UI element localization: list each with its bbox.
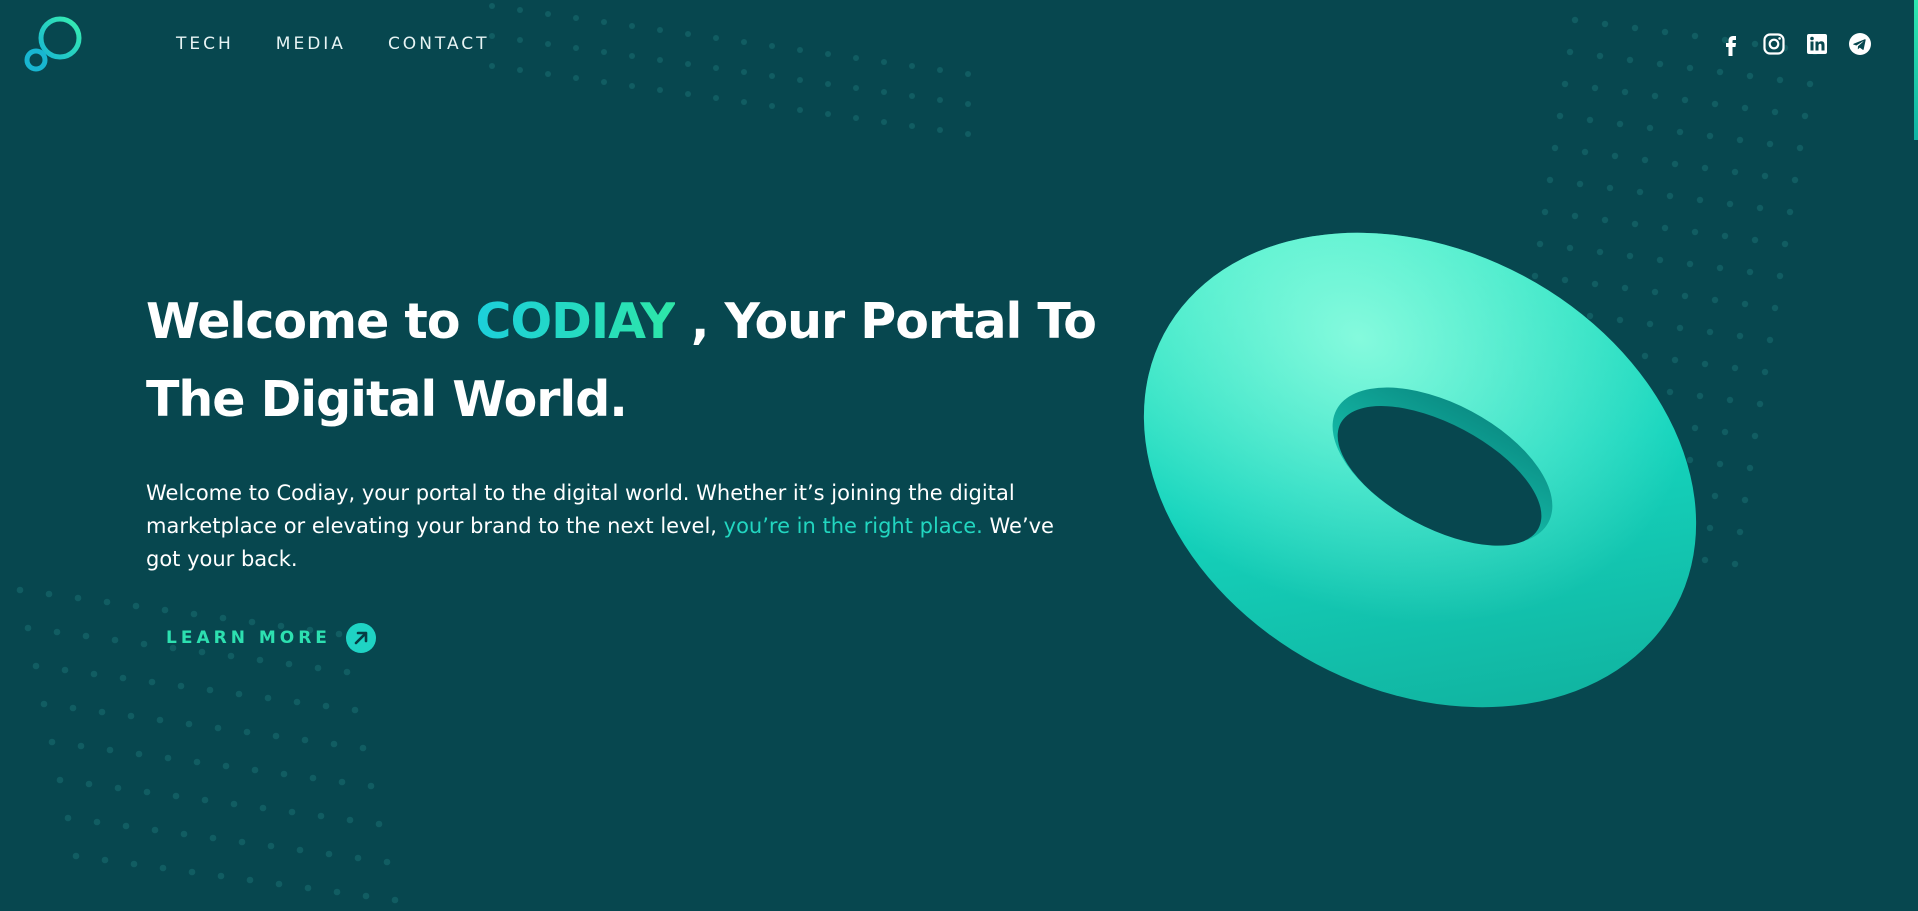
scroll-indicator [1914,0,1918,140]
learn-more-button[interactable]: LEARN MORE [166,622,377,654]
hero-title-brand: CODIAY [475,293,676,350]
nav-item-media[interactable]: MEDIA [276,34,346,54]
hero-description-accent: you’re in the right place. [723,514,983,538]
hero-title: Welcome to CODIAY , Your Portal To The D… [146,283,1106,439]
landing-page: TECH MEDIA CONTACT Welcome to CODIAY , Y… [0,0,1918,911]
nav-item-tech[interactable]: TECH [176,34,234,54]
linkedin-icon[interactable] [1805,32,1829,56]
facebook-icon[interactable] [1719,32,1743,56]
social-links [1719,32,1872,56]
codiay-logo-icon[interactable] [22,14,86,78]
instagram-icon[interactable] [1762,32,1786,56]
telegram-icon[interactable] [1848,32,1872,56]
torus-illustration [1143,232,1697,708]
nav-item-contact[interactable]: CONTACT [388,34,490,54]
learn-more-label: LEARN MORE [166,628,331,648]
hero-title-prefix: Welcome to [146,293,476,350]
hero-description: Welcome to Codiay, your portal to the di… [146,477,1086,576]
main-nav: TECH MEDIA CONTACT [176,34,490,54]
arrow-up-right-icon [345,623,376,653]
